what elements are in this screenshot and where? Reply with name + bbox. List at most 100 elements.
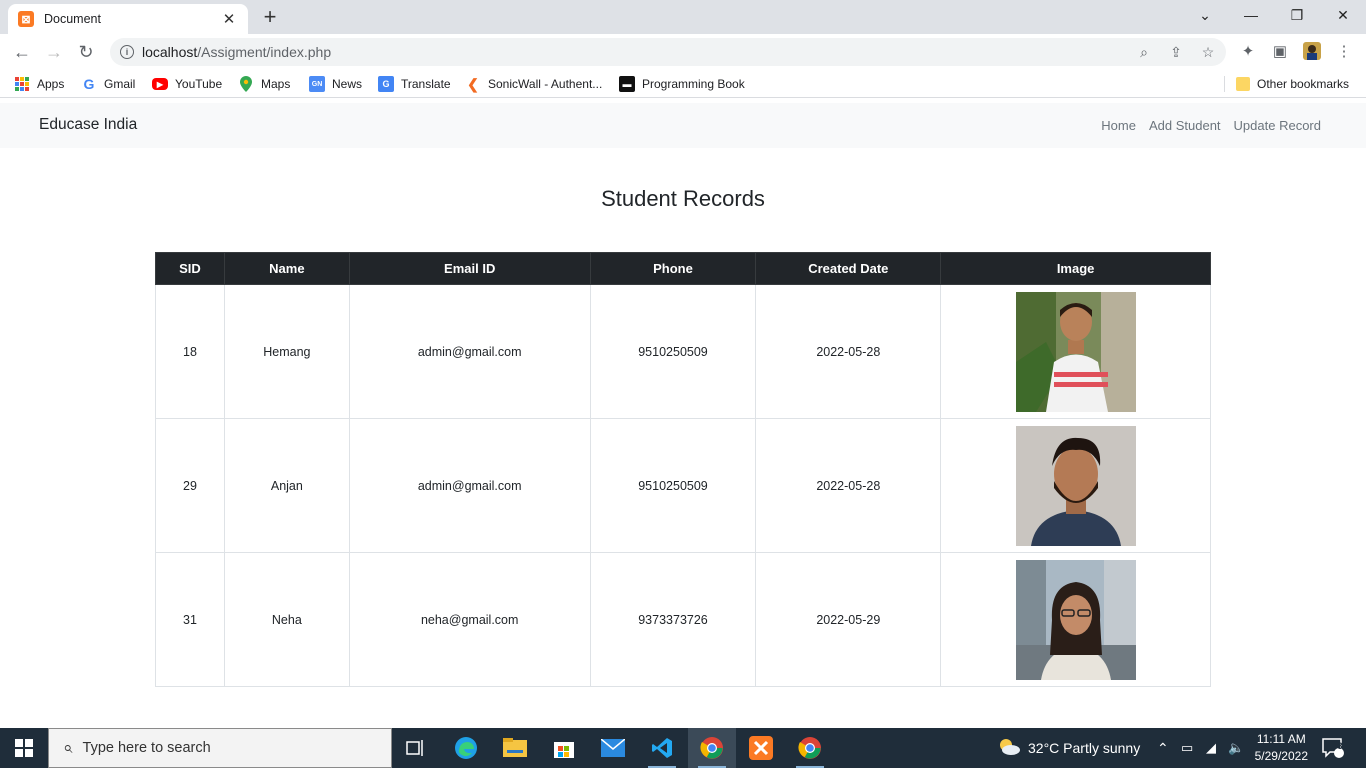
table-row: 31 Neha neha@gmail.com 9373373726 2022-0… xyxy=(155,552,1211,687)
bookmark-news[interactable]: GN News xyxy=(309,75,362,93)
bookmark-youtube[interactable]: ▶ YouTube xyxy=(152,75,222,93)
other-bookmarks-label: Other bookmarks xyxy=(1257,77,1350,91)
window-close-icon[interactable]: ✕ xyxy=(1320,0,1366,30)
cell-name: Anjan xyxy=(223,418,350,553)
cell-name: Hemang xyxy=(223,284,350,419)
bookmark-label: Gmail xyxy=(104,77,136,91)
share-icon[interactable]: ⇪ xyxy=(1168,44,1184,60)
back-icon[interactable]: ← xyxy=(9,39,35,65)
menu-kebab-icon[interactable]: ⋮ xyxy=(1334,41,1354,61)
bookmark-label: Translate xyxy=(401,77,451,91)
folder-icon xyxy=(1236,77,1250,91)
clock-date: 5/29/2022 xyxy=(1254,749,1308,763)
translate-icon: G xyxy=(378,76,394,92)
partly-sunny-icon xyxy=(998,738,1020,759)
bookmark-separator xyxy=(1224,76,1225,92)
site-navbar: Educase India Home Add Student Update Re… xyxy=(0,103,1366,148)
table-row: 29 Anjan admin@gmail.com 9510250509 2022… xyxy=(155,418,1211,553)
clock-time: 11:11 AM xyxy=(1256,732,1306,746)
xampp-icon[interactable] xyxy=(737,728,785,768)
profile-avatar-icon[interactable] xyxy=(1302,41,1322,61)
column-header-image: Image xyxy=(940,252,1211,285)
nav-home-link[interactable]: Home xyxy=(1101,118,1136,133)
tab-title: Document xyxy=(44,12,101,26)
bookmark-label: SonicWall - Authent... xyxy=(488,77,603,91)
restore-icon[interactable]: ❐ xyxy=(1274,0,1320,30)
table-row: 18 Hemang admin@gmail.com 9510250509 202… xyxy=(155,284,1211,419)
volume-icon[interactable]: 🔈 xyxy=(1228,728,1244,768)
mail-icon[interactable] xyxy=(589,728,637,768)
zoom-icon[interactable]: ⌕ xyxy=(1136,44,1152,60)
student-photo xyxy=(1015,425,1136,546)
microsoft-store-icon[interactable] xyxy=(540,728,588,768)
bookmark-sonicwall[interactable]: ❮ SonicWall - Authent... xyxy=(465,75,602,93)
edge-browser-icon[interactable] xyxy=(442,728,490,768)
reload-icon[interactable]: ↻ xyxy=(73,39,99,65)
browser-tab-strip: ⊠ Document ✕ + ⌄ — ❐ ✕ xyxy=(0,0,1366,34)
student-records-table: SID Name Email ID Phone Created Date Ima… xyxy=(155,252,1211,687)
bookmark-label: News xyxy=(332,77,363,91)
tab-search-icon[interactable]: ⌄ xyxy=(1182,0,1228,30)
show-hidden-icons[interactable]: ⌃ xyxy=(1157,728,1169,768)
close-icon[interactable]: ✕ xyxy=(220,10,238,28)
cell-created-date: 2022-05-28 xyxy=(755,284,942,419)
windows-start-icon[interactable] xyxy=(0,728,48,768)
cell-sid: 18 xyxy=(155,284,225,419)
cell-sid: 31 xyxy=(155,552,225,687)
wifi-icon[interactable]: ◢ xyxy=(1206,728,1216,768)
windows-taskbar: ⌕ Type here to search 32°C Partly sunny … xyxy=(0,728,1366,768)
system-clock[interactable]: 11:11 AM 5/29/2022 xyxy=(1255,731,1308,765)
xampp-icon: ⊠ xyxy=(18,11,34,27)
column-header-phone: Phone xyxy=(589,252,757,285)
bookmark-programming-book[interactable]: ▬ Programming Book xyxy=(619,75,745,93)
student-photo xyxy=(1015,559,1136,680)
bookmark-translate[interactable]: G Translate xyxy=(378,75,451,93)
table-header-row: SID Name Email ID Phone Created Date Ima… xyxy=(155,252,1211,285)
address-bar[interactable]: i localhost /Assigment/index.php ⌕ ⇪ ☆ xyxy=(110,38,1226,66)
forward-icon[interactable]: → xyxy=(41,39,67,65)
minimize-icon[interactable]: — xyxy=(1228,0,1274,30)
page-title: Student Records xyxy=(601,186,765,211)
browser-toolbar: ← → ↻ i localhost /Assigment/index.php ⌕… xyxy=(0,34,1366,70)
bookmark-star-icon[interactable]: ☆ xyxy=(1200,44,1216,60)
side-panel-icon[interactable]: ▣ xyxy=(1270,41,1290,61)
site-brand[interactable]: Educase India xyxy=(39,116,137,134)
notification-count: 3 xyxy=(1337,741,1343,751)
cell-phone: 9510250509 xyxy=(589,284,757,419)
bookmark-label: Maps xyxy=(261,77,291,91)
site-info-icon[interactable]: i xyxy=(120,45,134,59)
nav-update-record-link[interactable]: Update Record xyxy=(1234,118,1321,133)
browser-tab[interactable]: ⊠ Document ✕ xyxy=(8,4,248,34)
battery-icon[interactable]: ▭ xyxy=(1181,728,1193,768)
bookmark-label: YouTube xyxy=(175,77,223,91)
column-header-created-date: Created Date xyxy=(755,252,942,285)
url-path: /Assigment/index.php xyxy=(197,44,332,60)
maps-pin-icon xyxy=(238,76,254,92)
cell-image xyxy=(940,552,1211,687)
cell-phone: 9510250509 xyxy=(589,418,757,553)
sonicwall-icon: ❮ xyxy=(467,75,479,92)
file-explorer-icon[interactable] xyxy=(491,728,539,768)
url-host: localhost xyxy=(142,44,198,60)
chrome-icon[interactable] xyxy=(786,728,834,768)
bookmark-apps[interactable]: Apps xyxy=(14,75,64,93)
bookmark-label: Apps xyxy=(37,77,65,91)
extensions-icon[interactable]: ✦ xyxy=(1238,41,1258,61)
cell-name: Neha xyxy=(223,552,350,687)
cell-created-date: 2022-05-28 xyxy=(755,418,942,553)
new-tab-icon[interactable]: + xyxy=(258,5,282,29)
nav-add-student-link[interactable]: Add Student xyxy=(1149,118,1221,133)
notification-center-icon[interactable]: 3 xyxy=(1322,728,1344,768)
chrome-icon[interactable] xyxy=(688,728,736,768)
cell-email: neha@gmail.com xyxy=(348,552,591,687)
search-icon: ⌕ xyxy=(63,738,73,757)
vscode-icon[interactable] xyxy=(638,728,686,768)
bookmark-maps[interactable]: Maps xyxy=(238,75,290,93)
weather-widget[interactable]: 32°C Partly sunny xyxy=(998,728,1140,768)
apps-grid-icon xyxy=(14,76,30,92)
other-bookmarks[interactable]: Other bookmarks xyxy=(1236,75,1349,93)
cell-email: admin@gmail.com xyxy=(348,284,591,419)
task-view-icon[interactable] xyxy=(392,728,440,768)
taskbar-search-input[interactable]: ⌕ Type here to search xyxy=(48,728,392,768)
bookmark-gmail[interactable]: G Gmail xyxy=(81,75,136,93)
